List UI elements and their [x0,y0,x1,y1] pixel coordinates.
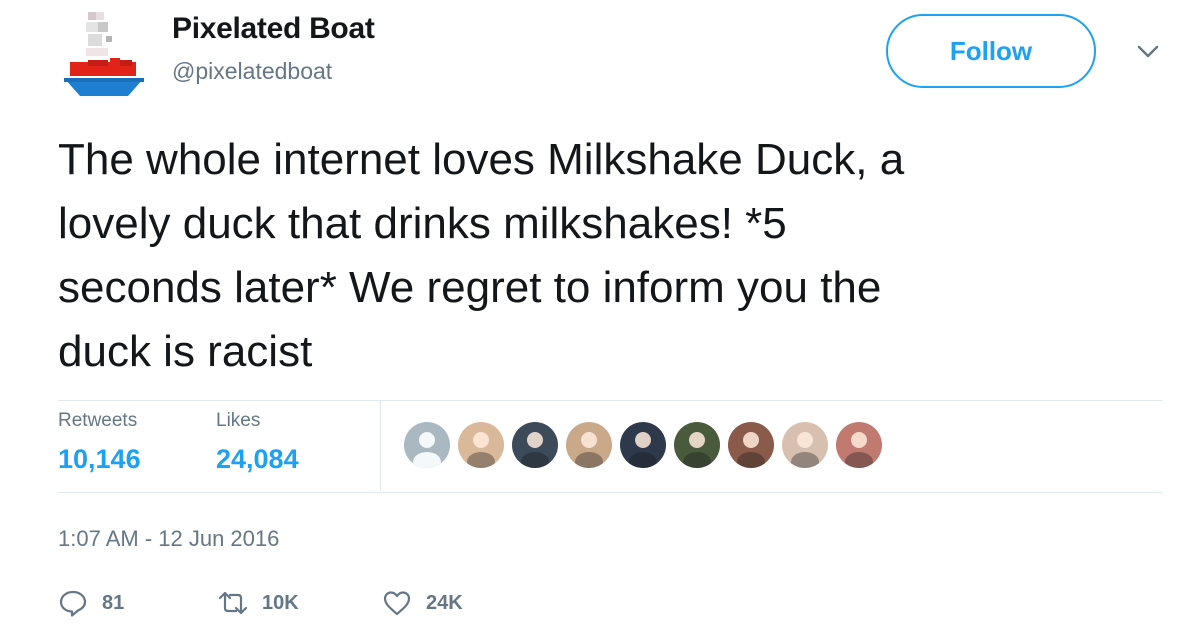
tweet-text-line: The whole internet loves Milkshake Duck,… [58,135,905,184]
like-button[interactable]: 24K [382,588,463,618]
tweet-text-line: lovely duck that drinks milkshakes! *5 [58,199,787,248]
reply-count: 81 [102,591,125,614]
stats-top-divider [58,400,1162,401]
default-avatar-icon[interactable] [404,422,450,468]
liker-avatars [404,422,882,468]
tweet-timestamp[interactable]: 1:07 AM - 12 Jun 2016 [58,526,279,552]
liker-avatar[interactable] [674,422,720,468]
liker-avatar[interactable] [782,422,828,468]
tweet-text-line: duck is racist [58,327,313,376]
liker-avatar[interactable] [836,422,882,468]
follow-button[interactable]: Follow [886,14,1096,88]
likes-count: 24,084 [216,444,299,474]
user-handle[interactable]: @pixelatedboat [172,58,332,85]
like-count: 24K [426,591,463,614]
chevron-down-icon[interactable] [1135,38,1161,64]
retweet-count: 10K [262,591,299,614]
liker-avatar[interactable] [728,422,774,468]
retweets-label: Retweets [58,410,138,431]
reply-button[interactable]: 81 [58,588,124,618]
stats-separator [380,400,381,490]
tweet-text-line: seconds later* We regret to inform you t… [58,263,882,312]
retweets-stat[interactable]: Retweets 10,146 [58,410,141,475]
tweet-text: The whole internet loves Milkshake Duck,… [58,128,1158,384]
stats-bottom-divider [58,492,1162,493]
retweet-button[interactable]: 10K [218,588,299,618]
retweet-icon [218,591,248,615]
retweets-count: 10,146 [58,444,141,474]
reply-icon [59,590,87,617]
user-display-name[interactable]: Pixelated Boat [172,12,375,46]
likes-label: Likes [216,410,261,431]
liker-avatar[interactable] [566,422,612,468]
heart-icon [383,591,411,616]
liker-avatar[interactable] [512,422,558,468]
liker-avatar[interactable] [458,422,504,468]
pixelated-boat-icon [64,12,144,96]
profile-avatar[interactable] [58,8,150,100]
liker-avatar[interactable] [620,422,666,468]
likes-stat[interactable]: Likes 24,084 [216,410,299,475]
